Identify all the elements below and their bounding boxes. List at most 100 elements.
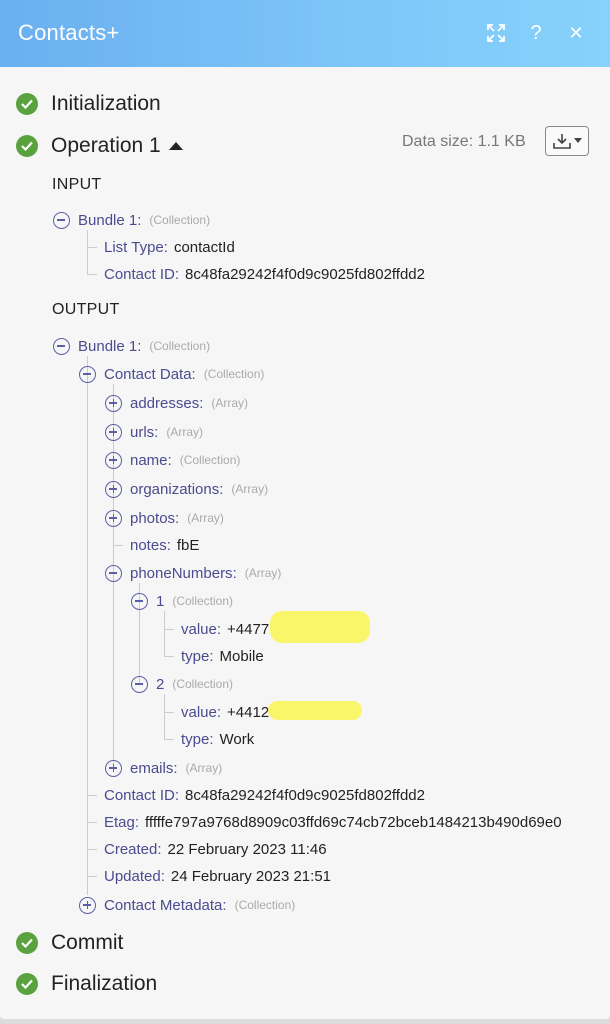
value: fbE <box>176 536 200 554</box>
value: 24 February 2023 21:51 <box>170 867 332 885</box>
phone-1-value-row: value: +4477 <box>181 620 270 638</box>
etag-row: Etag: fffffe797a9768d8909c03ffd69c74cb72… <box>104 813 562 831</box>
input-bundle-row[interactable]: Bundle 1: (Collection) <box>53 210 210 230</box>
status-label: Initialization <box>51 92 161 115</box>
phone-1-type-row: type: Mobile <box>181 647 264 665</box>
status-operation[interactable]: Operation 1 <box>16 134 183 158</box>
status-label: Commit <box>51 931 124 954</box>
key: type <box>181 730 210 748</box>
type-label: (Collection) <box>234 898 296 912</box>
check-circle-icon <box>16 932 38 954</box>
collapse-icon[interactable] <box>53 211 70 229</box>
dialog-header: Contacts+ ? ✕ <box>0 0 610 67</box>
value: +4412 <box>227 703 270 721</box>
emails-row[interactable]: emails: (Array) <box>105 758 222 778</box>
status-commit[interactable]: Commit <box>16 931 123 955</box>
collapse-icon[interactable] <box>53 337 70 355</box>
notes-row: notes: fbE <box>130 536 200 554</box>
check-circle-icon <box>16 973 38 995</box>
key: Contact Metadata <box>104 896 223 914</box>
type-label: (Array) <box>166 425 204 439</box>
key: urls <box>130 423 155 441</box>
expand-plus-icon[interactable] <box>105 509 122 527</box>
status-finalization[interactable]: Finalization <box>16 972 157 996</box>
value: contactId <box>173 238 235 256</box>
value: +4477 <box>227 620 270 638</box>
key: value <box>181 620 217 638</box>
value: Work <box>219 730 255 748</box>
key: Contact ID <box>104 786 175 804</box>
expand-plus-icon[interactable] <box>105 423 122 441</box>
input-section-title: INPUT <box>52 176 102 193</box>
collapse-icon[interactable] <box>105 564 122 582</box>
check-circle-icon <box>16 93 38 115</box>
key: addresses <box>130 394 200 412</box>
key: 2 <box>156 675 165 693</box>
phone-2-row[interactable]: 2 (Collection) <box>131 674 233 694</box>
status-initialization[interactable]: Initialization <box>16 92 161 116</box>
input-list-type-row: List Type: contactId <box>104 238 235 256</box>
dialog-title: Contacts+ <box>18 20 120 45</box>
output-contact-id-row: Contact ID: 8c48fa29242f4f0d9c9025fd802f… <box>104 786 425 804</box>
key: Contact ID <box>104 265 175 283</box>
download-icon <box>552 134 571 149</box>
type-label: (Collection) <box>203 367 265 381</box>
key: name <box>130 451 168 469</box>
expand-plus-icon[interactable] <box>79 896 96 914</box>
urls-row[interactable]: urls: (Array) <box>105 422 203 442</box>
phone-2-value-row: value: +4412 <box>181 703 270 721</box>
key: Updated <box>104 867 161 885</box>
phone-2-type-row: type: Work <box>181 730 255 748</box>
expand-plus-icon[interactable] <box>105 480 122 498</box>
type-label: (Array) <box>187 511 224 525</box>
expand-icon[interactable] <box>483 20 509 46</box>
key: photos <box>130 509 176 527</box>
caret-up-icon[interactable] <box>168 142 183 150</box>
chevron-down-icon <box>573 138 582 143</box>
contacts-dialog: Contacts+ ? ✕ Initialization Operation 1… <box>0 0 610 1019</box>
help-button[interactable]: ? <box>523 20 549 46</box>
data-size: Data size: 1.1 KB <box>402 133 526 150</box>
expand-plus-icon[interactable] <box>105 451 122 469</box>
key: phoneNumbers <box>130 564 233 582</box>
check-circle-icon <box>16 135 38 157</box>
type-label: (Array) <box>185 761 223 775</box>
key: Bundle 1 <box>78 211 138 229</box>
type-label: (Collection) <box>179 453 241 467</box>
key: Etag <box>104 813 135 831</box>
status-label: Operation 1 <box>51 134 161 157</box>
contact-metadata-row[interactable]: Contact Metadata: (Collection) <box>79 895 295 915</box>
type-label: (Collection) <box>172 594 234 608</box>
value: fffffe797a9768d8909c03ffd69c74cb72bceb14… <box>145 813 562 831</box>
collapse-icon[interactable] <box>79 365 96 383</box>
value: 22 February 2023 11:46 <box>167 840 327 858</box>
value: 8c48fa29242f4f0d9c9025fd802ffdd2 <box>185 265 425 283</box>
phone-numbers-row[interactable]: phoneNumbers: (Array) <box>105 563 281 583</box>
type-label: (Collection) <box>172 677 234 691</box>
expand-plus-icon[interactable] <box>105 394 122 412</box>
close-button[interactable]: ✕ <box>563 20 589 46</box>
output-bundle-row[interactable]: Bundle 1: (Collection) <box>53 336 210 356</box>
key: Created <box>104 840 158 858</box>
addresses-row[interactable]: addresses: (Array) <box>105 393 248 413</box>
key: 1 <box>156 592 165 610</box>
collapse-icon[interactable] <box>131 592 148 610</box>
type-label: (Array) <box>231 482 269 496</box>
created-row: Created: 22 February 2023 11:46 <box>104 840 327 858</box>
collapse-icon[interactable] <box>131 675 148 693</box>
expand-plus-icon[interactable] <box>105 759 122 777</box>
status-label: Finalization <box>51 972 158 995</box>
contact-data-row[interactable]: Contact Data: (Collection) <box>79 364 264 384</box>
type-label: (Collection) <box>149 213 211 227</box>
type-label: (Array) <box>244 566 282 580</box>
redaction-highlight <box>270 611 370 643</box>
type-label: (Collection) <box>149 339 211 353</box>
photos-row[interactable]: photos: (Array) <box>105 508 224 528</box>
name-row[interactable]: name: (Collection) <box>105 450 240 470</box>
value: Mobile <box>219 647 264 665</box>
phone-1-row[interactable]: 1 (Collection) <box>131 591 233 611</box>
download-button[interactable] <box>545 126 589 156</box>
input-contact-id-row: Contact ID: 8c48fa29242f4f0d9c9025fd802f… <box>104 265 425 283</box>
output-section-title: OUTPUT <box>52 301 120 318</box>
organizations-row[interactable]: organizations: (Array) <box>105 479 268 499</box>
